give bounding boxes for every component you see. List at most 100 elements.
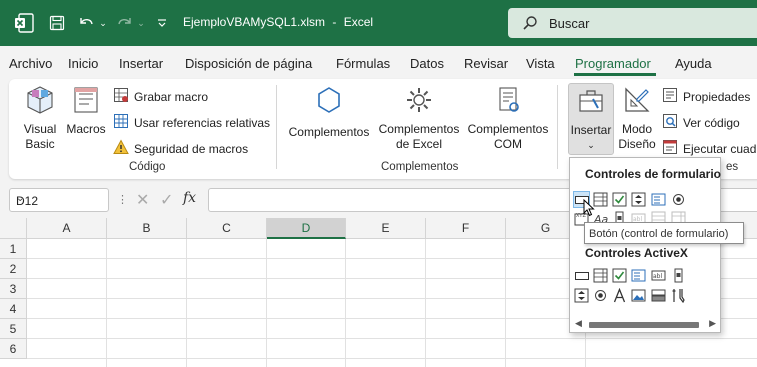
complementos-com-button[interactable]: Complementos COM xyxy=(466,85,550,152)
insertar-controls-button[interactable]: Insertar ⌄ xyxy=(568,83,614,155)
modo-label-2: Diseño xyxy=(618,137,656,151)
undo-icon[interactable] xyxy=(75,12,97,34)
complementos-excel-label-1: Complementos xyxy=(378,122,460,136)
group-separator xyxy=(557,85,558,169)
panel-scrollbar[interactable]: ◀ ▶ xyxy=(573,318,718,331)
tab-insertar[interactable]: Insertar xyxy=(119,56,163,71)
gridline xyxy=(27,338,757,339)
filename: EjemploVBAMySQL1.xlsm xyxy=(183,15,326,29)
tab-inicio[interactable]: Inicio xyxy=(68,56,98,71)
column-header-a[interactable]: A xyxy=(27,218,107,239)
row-header-4[interactable]: 4 xyxy=(0,299,27,319)
row-header-3[interactable]: 3 xyxy=(0,279,27,299)
tab-revisar[interactable]: Revisar xyxy=(464,56,508,71)
insert-function-button[interactable]: fx xyxy=(183,190,196,206)
row-header-1[interactable]: 1 xyxy=(0,239,27,259)
row-header-5[interactable]: 5 xyxy=(0,319,27,339)
macros-button[interactable]: Macros xyxy=(65,85,107,137)
complementos-button[interactable]: Complementos xyxy=(287,85,371,140)
tab-datos[interactable]: Datos xyxy=(410,56,444,71)
activex-list-box-icon[interactable] xyxy=(630,267,647,284)
ribbon-tabs: Archivo Inicio Insertar Disposición de p… xyxy=(0,46,757,80)
excel-logo-icon xyxy=(12,12,36,34)
complementos-com-label-2: COM xyxy=(494,137,522,151)
activex-image-icon[interactable] xyxy=(630,287,647,304)
tab-vista[interactable]: Vista xyxy=(526,56,555,71)
search-icon xyxy=(522,15,538,34)
activex-scroll-bar-icon[interactable] xyxy=(670,267,687,284)
tab-programador[interactable]: Programador xyxy=(575,56,651,71)
modo-diseno-button[interactable]: Modo Diseño xyxy=(616,85,658,152)
customize-qat-icon[interactable] xyxy=(155,12,169,34)
propiedades-button[interactable]: Propiedades xyxy=(662,87,750,106)
complementos-label: Complementos xyxy=(288,125,370,139)
spin-button-control-icon[interactable] xyxy=(630,191,647,208)
cancel-icon[interactable]: ✕ xyxy=(136,190,149,210)
row-header-2[interactable]: 2 xyxy=(0,259,27,279)
usar-referencias-button[interactable]: Usar referencias relativas xyxy=(113,113,270,132)
column-header-e[interactable]: E xyxy=(346,218,426,239)
active-tab-indicator xyxy=(574,73,656,76)
codigo-group-label: Código xyxy=(129,161,166,173)
select-all-corner[interactable] xyxy=(0,218,27,239)
complementos-excel-label-2: de Excel xyxy=(395,137,443,151)
ver-codigo-button[interactable]: Ver código xyxy=(662,113,740,132)
complementos-group-label: Complementos xyxy=(381,161,459,173)
control-tooltip: Botón (control de formulario) xyxy=(584,222,744,244)
column-header-c[interactable]: C xyxy=(187,218,267,239)
scroll-left-icon[interactable]: ◀ xyxy=(575,318,582,329)
properties-icon xyxy=(662,87,678,106)
activex-toggle-button-icon[interactable] xyxy=(650,287,667,304)
seguridad-macros-button[interactable]: Seguridad de macros xyxy=(113,139,248,158)
scroll-right-icon[interactable]: ▶ xyxy=(709,318,716,329)
activex-controls-header: Controles ActiveX xyxy=(585,246,688,260)
seguridad-macros-label: Seguridad de macros xyxy=(134,141,249,156)
propiedades-label: Propiedades xyxy=(683,89,751,104)
insertar-dropdown-icon: ⌄ xyxy=(587,140,595,150)
save-icon[interactable] xyxy=(46,12,68,34)
relative-references-icon xyxy=(113,113,129,132)
search-placeholder: Buscar xyxy=(549,16,590,31)
undo-dropdown-icon[interactable]: ⌄ xyxy=(98,12,108,34)
usar-referencias-label: Usar referencias relativas xyxy=(134,115,271,130)
ejecutar-label: Ejecutar cuadr xyxy=(683,141,757,156)
row-header-6[interactable]: 6 xyxy=(0,339,27,359)
checkbox-control-icon[interactable] xyxy=(611,191,628,208)
window-title: EjemploVBAMySQL1.xlsm - Excel xyxy=(183,15,373,29)
title-bar: ⌄ ⌄ EjemploVBAMySQL1.xlsm - Excel Buscar xyxy=(0,0,757,46)
visual-basic-button[interactable]: Visual Basic xyxy=(17,85,63,152)
tab-formulas[interactable]: Fórmulas xyxy=(336,56,390,71)
gridline xyxy=(27,358,757,359)
option-button-control-icon[interactable] xyxy=(670,191,687,208)
column-header-b[interactable]: B xyxy=(107,218,187,239)
column-header-d[interactable]: D xyxy=(267,218,346,239)
activex-spin-button-icon[interactable] xyxy=(573,287,590,304)
activex-text-box-icon[interactable]: abl xyxy=(650,267,667,284)
tab-disposicion[interactable]: Disposición de página xyxy=(185,56,312,71)
activex-label-icon[interactable] xyxy=(611,287,628,304)
enter-icon[interactable]: ✓ xyxy=(160,190,173,210)
list-box-control-icon[interactable] xyxy=(650,191,667,208)
warning-icon xyxy=(113,139,129,158)
activex-checkbox-icon[interactable] xyxy=(611,267,628,284)
redo-dropdown-icon[interactable]: ⌄ xyxy=(136,12,146,34)
column-header-f[interactable]: F xyxy=(426,218,506,239)
com-addins-icon xyxy=(466,85,550,119)
grabar-macro-button[interactable]: Grabar macro xyxy=(113,87,208,106)
activex-command-button-icon[interactable] xyxy=(573,267,590,284)
activex-option-button-icon[interactable] xyxy=(592,287,609,304)
search-box[interactable]: Buscar xyxy=(508,8,757,38)
tab-ayuda[interactable]: Ayuda xyxy=(675,56,712,71)
activex-combo-box-icon[interactable] xyxy=(592,267,609,284)
macros-icon xyxy=(65,85,107,119)
complementos-excel-button[interactable]: Complementos de Excel xyxy=(377,85,461,152)
title-separator: - xyxy=(332,15,337,29)
scroll-thumb[interactable] xyxy=(589,322,699,328)
ver-codigo-label: Ver código xyxy=(683,115,740,130)
name-box[interactable]: D12 ⌄ xyxy=(9,188,109,212)
tab-archivo[interactable]: Archivo xyxy=(9,56,52,71)
more-controls-icon[interactable] xyxy=(670,287,687,304)
ejecutar-cuadro-button[interactable]: Ejecutar cuadr xyxy=(662,139,757,158)
redo-icon[interactable] xyxy=(114,12,136,34)
more-options-icon[interactable]: ⋮ xyxy=(117,193,128,206)
